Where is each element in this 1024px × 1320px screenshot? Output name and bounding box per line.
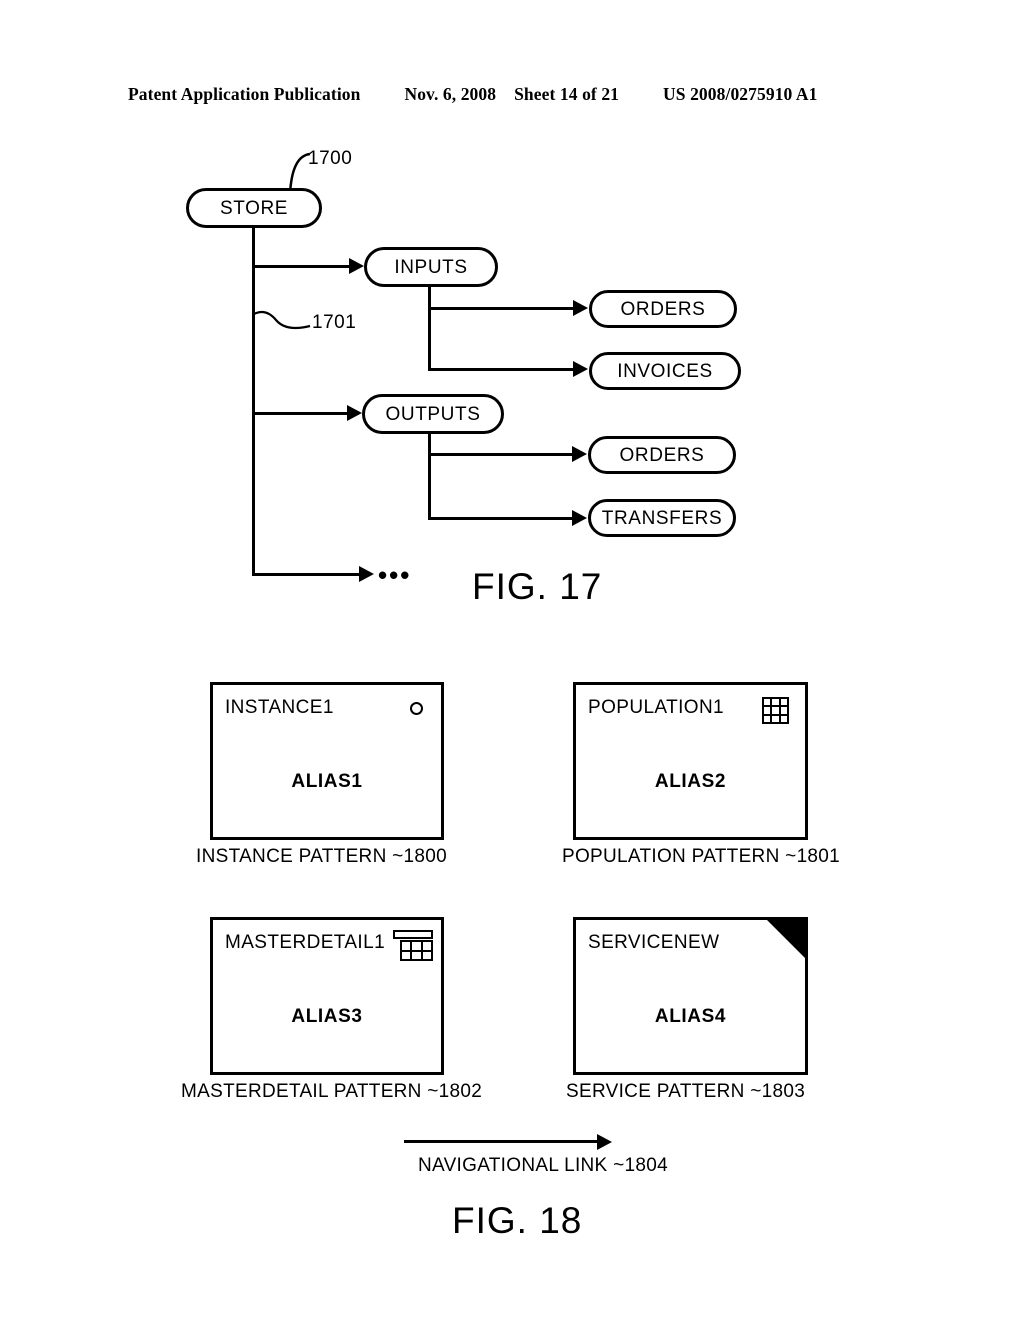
pattern-box-instance[interactable]: INSTANCE1 ALIAS1 — [210, 682, 444, 840]
pattern-box-masterdetail[interactable]: MASTERDETAIL1 ALIAS3 — [210, 917, 444, 1075]
ellipsis-indicator: ••• — [378, 560, 412, 590]
node-outputs-label: OUTPUTS — [385, 403, 481, 425]
figure-17: 1700 STORE 1701 INPUTS ORDERS INVOICES O… — [0, 0, 1024, 1320]
pattern-alias-instance: ALIAS1 — [291, 771, 363, 792]
pattern-caption-masterdetail: MASTERDETAIL PATTERN ~1802 — [181, 1081, 483, 1102]
node-inputs-orders[interactable]: ORDERS — [589, 290, 737, 328]
corner-fold-icon — [766, 920, 805, 959]
pattern-caption-instance: INSTANCE PATTERN ~1800 — [196, 846, 448, 867]
node-inputs-orders-label: ORDERS — [620, 298, 706, 320]
pattern-title-service: SERVICENEW — [588, 932, 720, 953]
connector-inputs-orders — [428, 307, 576, 310]
pattern-caption-population: POPULATION PATTERN ~1801 — [562, 846, 841, 867]
pattern-box-service[interactable]: SERVICENEW ALIAS4 — [573, 917, 808, 1075]
leader-line-1701 — [253, 310, 311, 330]
pattern-box-population[interactable]: POPULATION1 ALIAS2 — [573, 682, 808, 840]
arrowhead-inputs-orders — [573, 300, 588, 316]
node-outputs-transfers-label: TRANSFERS — [601, 507, 723, 529]
master-detail-icon — [393, 930, 433, 961]
arrowhead-outputs-orders — [572, 446, 587, 462]
pattern-title-population: POPULATION1 — [588, 697, 725, 718]
arrowhead-store-outputs — [347, 405, 362, 421]
circle-icon — [410, 702, 423, 715]
sheet-number: Sheet 14 of 21 — [514, 84, 620, 104]
pattern-alias-masterdetail: ALIAS3 — [291, 1006, 363, 1027]
pattern-title-instance: INSTANCE1 — [225, 697, 334, 718]
trunk-line-inputs — [428, 285, 431, 370]
node-inputs[interactable]: INPUTS — [364, 247, 498, 287]
figure-18: INSTANCE1 ALIAS1 INSTANCE PATTERN ~1800 … — [0, 0, 1024, 1320]
figure-18-caption: FIG. 18 — [452, 1200, 583, 1241]
pattern-alias-population: ALIAS2 — [654, 771, 727, 792]
navigational-link-label: NAVIGATIONAL LINK ~1804 — [418, 1155, 668, 1176]
figure-17-caption: FIG. 17 — [472, 566, 603, 607]
ref-number-1700: 1700 — [308, 148, 353, 169]
node-outputs-orders[interactable]: ORDERS — [588, 436, 736, 474]
connector-store-more — [252, 573, 362, 576]
connector-store-inputs — [252, 265, 352, 268]
arrowhead-inputs-invoices — [573, 361, 588, 377]
node-inputs-invoices[interactable]: INVOICES — [589, 352, 741, 390]
arrow-right-icon — [597, 1134, 612, 1150]
publication-label: Patent Application Publication — [128, 84, 361, 104]
publication-date: Nov. 6, 2008 — [404, 84, 497, 104]
arrowhead-store-more — [359, 566, 374, 582]
arrowhead-outputs-transfers — [572, 510, 587, 526]
connector-outputs-orders — [428, 453, 575, 456]
pattern-title-masterdetail: MASTERDETAIL1 — [225, 932, 386, 953]
grid-3x3-icon — [762, 697, 789, 724]
document-number: US 2008/0275910 A1 — [663, 84, 818, 104]
navigational-link-line — [404, 1140, 600, 1143]
node-inputs-label: INPUTS — [394, 256, 468, 278]
node-outputs[interactable]: OUTPUTS — [362, 394, 504, 434]
node-store-label: STORE — [219, 197, 289, 219]
connector-inputs-invoices — [428, 368, 576, 371]
ref-number-1701: 1701 — [312, 312, 357, 333]
trunk-line-store — [252, 226, 255, 576]
sheet-header: Patent Application Publication Nov. 6, 2… — [128, 84, 896, 110]
connector-outputs-transfers — [428, 517, 575, 520]
connector-store-outputs — [252, 412, 350, 415]
node-outputs-transfers[interactable]: TRANSFERS — [588, 499, 736, 537]
trunk-line-outputs — [428, 432, 431, 519]
node-inputs-invoices-label: INVOICES — [617, 360, 713, 382]
arrowhead-store-inputs — [349, 258, 364, 274]
pattern-caption-service: SERVICE PATTERN ~1803 — [566, 1081, 806, 1102]
node-outputs-orders-label: ORDERS — [619, 444, 705, 466]
pattern-alias-service: ALIAS4 — [654, 1006, 727, 1027]
node-store[interactable]: STORE — [186, 188, 322, 228]
